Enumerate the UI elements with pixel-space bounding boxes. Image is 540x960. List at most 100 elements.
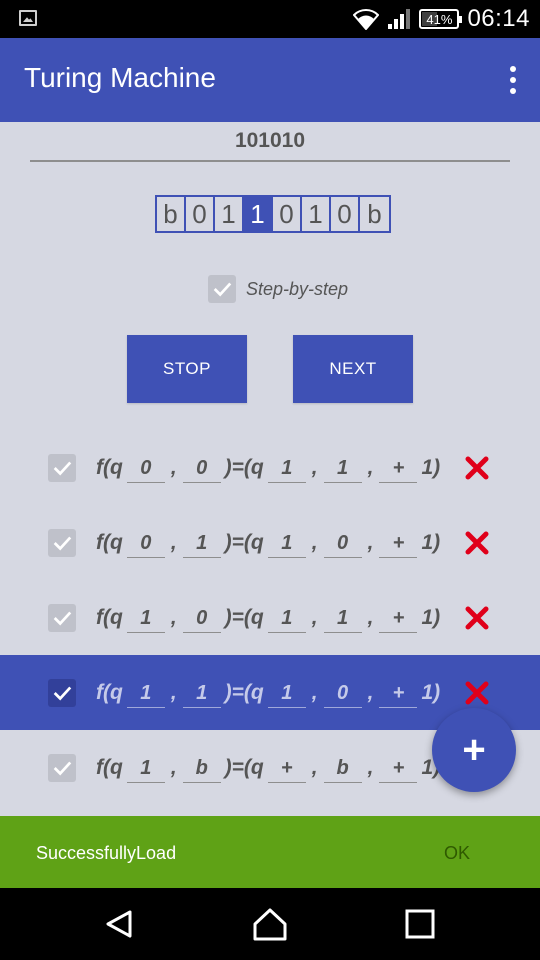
rule-move-field[interactable]: + [379,753,418,783]
rule-mid: )=(q [224,605,264,629]
back-icon[interactable] [100,904,140,944]
delete-icon [465,531,489,554]
check-icon [53,686,72,700]
status-icons: 41% 06:14 [353,0,530,38]
rule-row[interactable]: f(q 0, 1)=(q 1, 0, +1) [0,505,540,580]
rule-state-field[interactable]: 1 [126,678,165,708]
rule-prefix: f(q [96,755,123,779]
rule-comma: , [367,605,374,629]
tape-input-container [30,124,510,162]
add-rule-button[interactable]: + [432,708,516,792]
image-icon [19,10,37,26]
wifi-icon [353,9,380,30]
rule-move-field[interactable]: + [379,453,418,483]
tape-cell: 1 [215,197,244,231]
rule-comma: , [311,680,318,704]
rule-state-field[interactable]: 1 [126,603,165,633]
rule-tail: 1 [421,530,434,554]
rule-suffix: ) [433,455,441,479]
check-icon [53,761,72,775]
rule-move-field[interactable]: + [379,678,418,708]
rule-tail: 1 [421,605,434,629]
rule-comma: , [170,755,177,779]
rule-mid: )=(q [224,530,264,554]
rule-checkbox[interactable] [48,678,76,707]
rule-move-field[interactable]: + [379,603,418,633]
rule-read-field[interactable]: b [182,753,221,783]
step-by-step-label: Step-by-step [246,278,349,299]
stop-button[interactable]: STOP [127,335,247,403]
tape-cell: b [157,197,186,231]
rule-read-field[interactable]: 1 [182,678,221,708]
rule-mid: )=(q [224,455,264,479]
rule-new-state-field[interactable]: 1 [267,453,306,483]
rule-read-field[interactable]: 1 [182,528,221,558]
rule-comma: , [311,605,318,629]
rule-suffix: ) [433,605,441,629]
rule-row[interactable]: f(q 1, 0)=(q 1, 1, +1) [0,580,540,655]
snackbar: SuccessfullyLoad OK [0,816,540,888]
recent-apps-icon[interactable] [400,904,440,944]
rule-checkbox[interactable] [48,753,76,782]
tape-input[interactable] [30,124,510,158]
rule-write-field[interactable]: 0 [323,528,362,558]
rule-write-field[interactable]: 1 [323,453,362,483]
plus-icon: + [462,727,486,772]
app-title: Turing Machine [24,62,216,93]
status-bar: 41% 06:14 [0,0,540,38]
rule-state-field[interactable]: 1 [126,753,165,783]
rule-state-field[interactable]: 0 [126,453,165,483]
tape-cell: 0 [331,197,360,231]
delete-rule-button[interactable] [464,605,490,631]
rule-move-field[interactable]: + [379,528,418,558]
rule-new-state-field[interactable]: 1 [267,678,306,708]
tape-cell: 0 [273,197,302,231]
delete-icon [465,681,489,704]
rule-new-state-field[interactable]: 1 [267,603,306,633]
next-button[interactable]: NEXT [293,335,413,403]
navigation-bar [0,888,540,960]
rule-read-field[interactable]: 0 [182,453,221,483]
rule-comma: , [311,755,318,779]
rule-mid: )=(q [224,755,264,779]
snackbar-message: SuccessfullyLoad [36,843,177,863]
battery-icon: 41% [419,9,463,29]
rule-write-field[interactable]: 0 [323,678,362,708]
rule-state-field[interactable]: 0 [126,528,165,558]
rule-write-field[interactable]: 1 [323,603,362,633]
rule-checkbox[interactable] [48,603,76,632]
check-icon [53,536,72,550]
rule-comma: , [170,680,177,704]
check-icon [213,282,232,297]
overflow-menu-icon[interactable] [508,66,518,94]
rule-comma: , [367,680,374,704]
tape-cell: 1 [302,197,331,231]
rule-prefix: f(q [96,605,123,629]
rule-checkbox[interactable] [48,453,76,482]
rule-expression: f(q 0, 0)=(q 1, 1, +1) [96,453,440,483]
rule-row[interactable]: f(q 0, 0)=(q 1, 1, +1) [0,430,540,505]
rule-new-state-field[interactable]: 1 [267,528,306,558]
rule-new-state-field[interactable]: + [267,753,306,783]
snackbar-ok-button[interactable]: OK [444,843,470,864]
rule-comma: , [311,530,318,554]
rule-write-field[interactable]: b [323,753,362,783]
delete-icon [465,606,489,629]
rule-mid: )=(q [224,680,264,704]
home-icon[interactable] [250,904,290,944]
rule-read-field[interactable]: 0 [182,603,221,633]
rule-checkbox[interactable] [48,528,76,557]
rule-comma: , [367,455,374,479]
step-by-step-checkbox[interactable] [208,275,236,303]
rule-suffix: ) [433,680,441,704]
step-by-step-row[interactable]: Step-by-step [208,275,348,303]
delete-rule-button[interactable] [464,530,490,556]
tape: b011010b [155,195,391,233]
delete-rule-button[interactable] [464,680,490,706]
delete-rule-button[interactable] [464,455,490,481]
rule-tail: 1 [421,455,434,479]
rule-tail: 1 [421,680,434,704]
check-icon [53,461,72,475]
rule-prefix: f(q [96,530,123,554]
rule-tail: 1 [421,755,434,779]
